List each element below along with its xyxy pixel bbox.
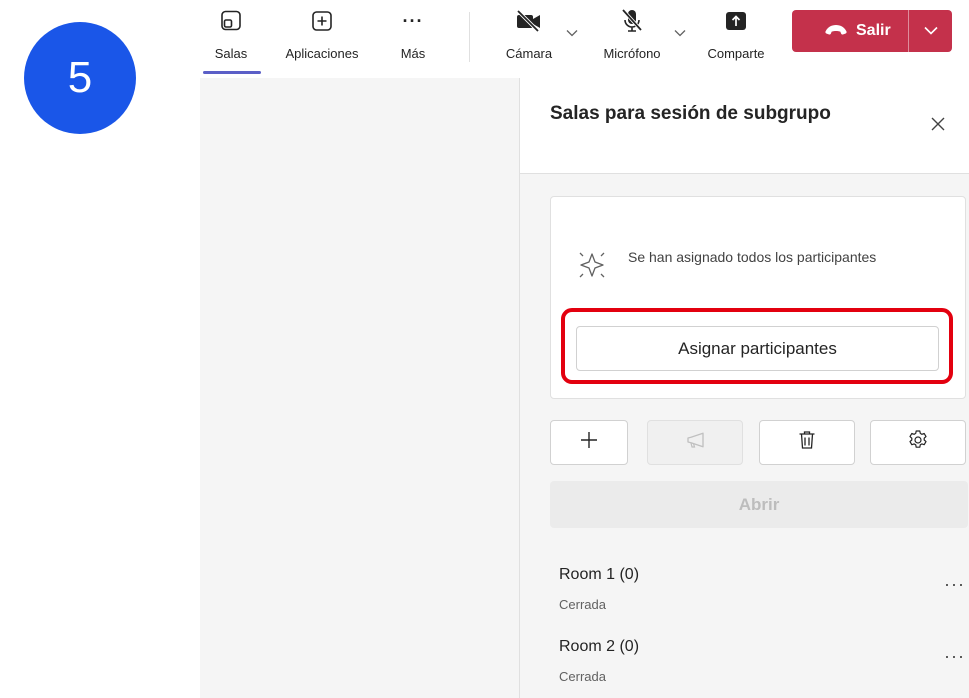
active-tab-indicator bbox=[203, 71, 261, 74]
assign-status-message: Se han asignado todos los participantes bbox=[628, 249, 877, 265]
room-name: Room 2 (0) bbox=[559, 638, 640, 655]
leave-options-button[interactable] bbox=[909, 10, 952, 52]
step-number-badge: 5 bbox=[24, 22, 136, 134]
room-status: Cerrada bbox=[559, 597, 606, 612]
more-icon: ··· bbox=[402, 10, 424, 31]
room-more-options-icon[interactable]: ··· bbox=[944, 574, 965, 595]
close-icon[interactable] bbox=[930, 116, 946, 137]
open-rooms-button[interactable]: Abrir bbox=[550, 481, 968, 528]
room-settings-button[interactable] bbox=[870, 420, 966, 465]
phone-hangup-icon bbox=[824, 22, 848, 40]
room-list-item[interactable]: Room 1 (0) Cerrada ··· bbox=[550, 566, 965, 624]
room-list-item[interactable]: Room 2 (0) Cerrada ··· bbox=[550, 638, 965, 696]
toolbar-divider bbox=[469, 12, 470, 62]
apps-button[interactable]: Aplicaciones bbox=[276, 6, 368, 61]
room-status: Cerrada bbox=[559, 669, 606, 684]
share-button[interactable]: Comparte bbox=[696, 6, 776, 61]
microphone-label: Micrófono bbox=[603, 46, 661, 61]
mic-options-chevron-icon[interactable] bbox=[674, 24, 686, 42]
room-name: Room 1 (0) bbox=[559, 566, 640, 583]
add-room-button[interactable] bbox=[550, 420, 628, 465]
camera-button[interactable]: Cámara bbox=[494, 6, 564, 61]
assign-participants-button[interactable]: Asignar participantes bbox=[576, 326, 939, 371]
more-button[interactable]: ··· Más bbox=[392, 6, 434, 62]
more-label: Más bbox=[400, 46, 426, 61]
gear-icon bbox=[907, 429, 929, 456]
assign-status-card: Se han asignado todos los participantes … bbox=[550, 196, 966, 399]
leave-main-button[interactable]: Salir bbox=[792, 10, 908, 52]
trash-icon bbox=[798, 430, 816, 455]
delete-room-button[interactable] bbox=[759, 420, 855, 465]
camera-options-chevron-icon[interactable] bbox=[566, 24, 578, 42]
chevron-down-icon bbox=[923, 22, 938, 40]
plus-icon bbox=[579, 430, 599, 455]
camera-off-icon bbox=[515, 6, 543, 36]
meeting-stage bbox=[200, 78, 519, 698]
panel-header: Salas para sesión de subgrupo bbox=[520, 78, 969, 174]
sparkle-icon bbox=[576, 249, 608, 286]
leave-label: Salir bbox=[856, 22, 891, 39]
share-icon bbox=[725, 6, 747, 36]
breakout-rooms-panel: Salas para sesión de subgrupo Se han asi… bbox=[519, 78, 969, 698]
share-label: Comparte bbox=[707, 46, 765, 61]
microphone-button[interactable]: Micrófono bbox=[590, 6, 674, 61]
rooms-label: Salas bbox=[214, 46, 248, 61]
add-app-icon bbox=[311, 6, 333, 36]
announcement-button[interactable] bbox=[647, 420, 743, 465]
rooms-icon bbox=[220, 6, 242, 36]
leave-button: Salir bbox=[792, 10, 952, 52]
apps-label: Aplicaciones bbox=[285, 46, 359, 61]
panel-title: Salas para sesión de subgrupo bbox=[550, 103, 831, 124]
megaphone-icon bbox=[685, 431, 705, 454]
mic-off-icon bbox=[620, 6, 644, 36]
meeting-toolbar: Salas Aplicaciones ··· Más Cámara Micróf… bbox=[200, 0, 969, 78]
camera-label: Cámara bbox=[505, 46, 553, 61]
room-more-options-icon[interactable]: ··· bbox=[944, 646, 965, 667]
rooms-button[interactable]: Salas bbox=[208, 6, 254, 61]
